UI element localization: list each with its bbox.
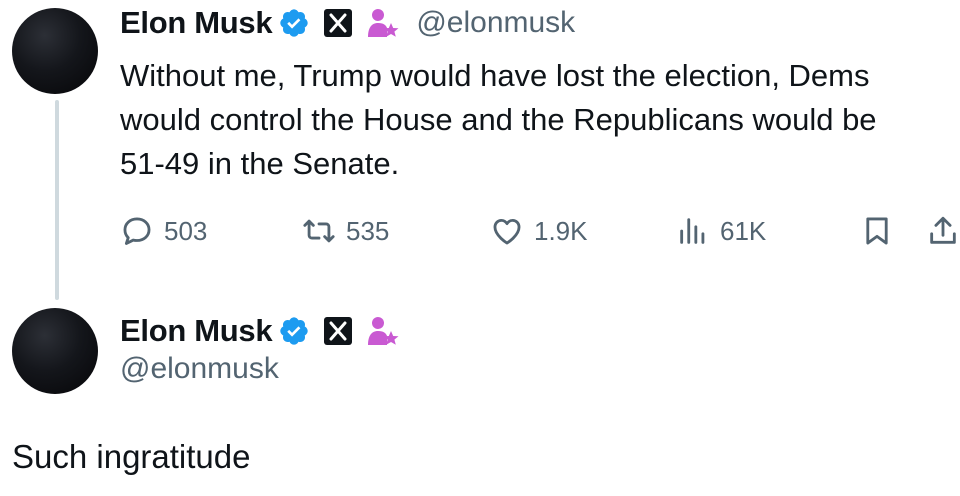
x-logo-icon[interactable] [324,9,353,37]
share-button[interactable] [926,214,960,248]
tweet-action-bar: 503 535 1.9K 61K [0,214,960,260]
bookmark-icon [866,217,888,245]
bookmark-button[interactable] [860,214,894,248]
repost-count: 535 [346,215,390,246]
views-count: 61K [720,215,767,246]
affiliate-badge-icon[interactable] [366,314,400,348]
repost-icon [303,219,335,243]
tweet-text-line: Without me, Trump would have lost the el… [120,58,870,93]
reply-text: Such ingratitude [12,438,251,475]
verified-badge-icon[interactable] [278,315,310,347]
share-icon [930,216,956,244]
reply-button[interactable]: 503 [120,214,207,248]
like-button[interactable]: 1.9K [490,214,588,248]
reply-avatar[interactable] [12,308,98,394]
reply-count: 503 [164,215,208,246]
verified-badge-icon[interactable] [278,7,310,39]
views-chart-icon [680,218,705,244]
reply-author-handle[interactable]: @elonmusk [120,352,279,386]
tweet-text-line: would control the House and the Republic… [120,102,877,137]
reply-icon [123,217,151,245]
tweet-text-line: 51-49 in the Senate. [120,146,400,181]
tweet-text: Without me, Trump would have lost the el… [120,54,960,186]
reply-author-row: Elon Musk [120,310,400,352]
affiliate-badge-icon[interactable] [366,6,400,40]
heart-icon [493,218,521,245]
repost-button[interactable]: 535 [302,214,389,248]
views-button[interactable]: 61K [676,214,766,248]
author-name[interactable]: Elon Musk [120,5,273,41]
tweet-author-row: Elon Musk @elonmusk [120,2,575,44]
x-logo-icon[interactable] [324,317,353,345]
reply-author-name[interactable]: Elon Musk [120,313,273,349]
thread-connector-line [55,100,59,300]
author-handle[interactable]: @elonmusk [416,6,575,40]
avatar[interactable] [12,8,98,94]
like-count: 1.9K [534,215,588,246]
